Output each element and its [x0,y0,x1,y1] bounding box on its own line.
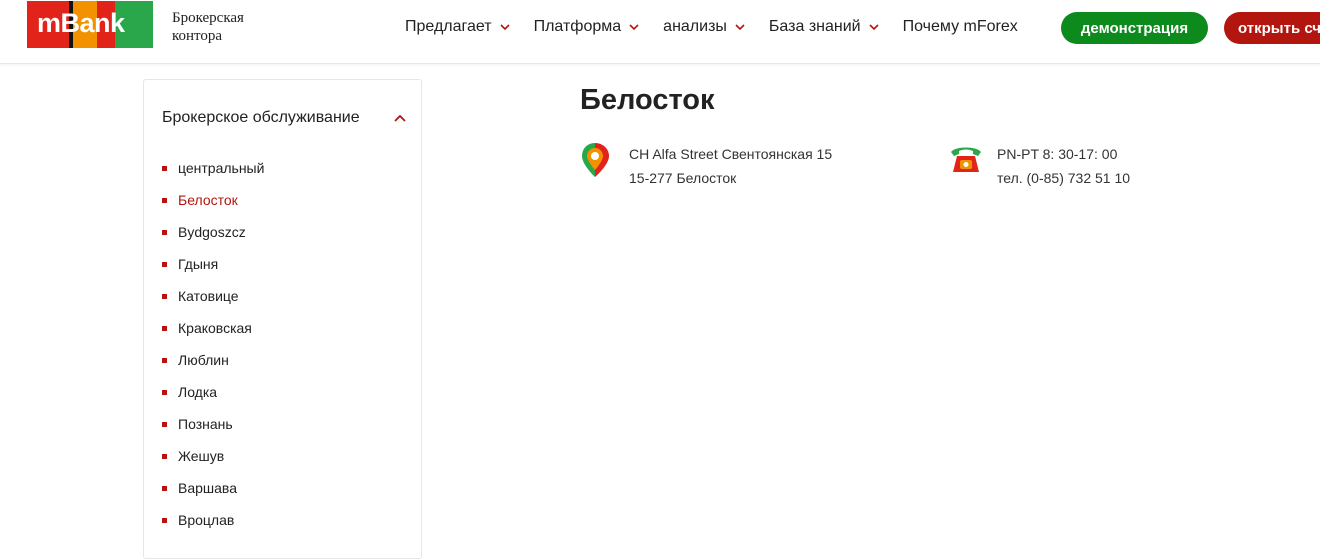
branch-item-lodz[interactable]: Лодка [162,376,264,408]
bullet-icon [162,517,167,523]
branch-item-bydgoszcz[interactable]: Bydgoszcz [162,216,264,248]
chevron-down-icon [629,24,639,31]
nav-item-analysis[interactable]: анализы [663,18,747,36]
nav-item-knowledge-base[interactable]: База знаний [769,18,881,36]
phone-number[interactable]: тел. (0-85) 732 51 10 [997,166,1130,190]
bullet-icon [162,389,167,395]
site-header: mBank Брокерская контора Предлагает Плат… [0,0,1320,64]
bullet-icon [162,325,167,331]
nav-label: База знаний [768,18,861,35]
contact-text: PN-PT 8: 30-17: 00 тел. (0-85) 732 51 10 [997,142,1130,190]
demo-button[interactable]: демонстрация [1061,12,1208,44]
chevron-up-icon [394,114,406,122]
nav-item-offers[interactable]: Предлагает [405,18,512,36]
branch-list: центральный Белосток Bydgoszcz Гдыня Кат… [162,152,264,536]
branch-item-warsaw[interactable]: Варшава [162,472,264,504]
page-title: Белосток [580,84,715,116]
open-account-button[interactable]: открыть сч [1224,12,1320,44]
chevron-down-icon [500,24,510,31]
bullet-icon [162,357,167,363]
chevron-down-icon [869,24,879,31]
address-line-1: CH Alfa Street Свентоянская 15 [629,146,833,162]
address-line-2: 15-277 Белосток [629,170,737,186]
contact-block: PN-PT 8: 30-17: 00 тел. (0-85) 732 51 10 [949,142,1130,190]
sidebar-heading: Брокерское обслуживание [162,109,360,126]
nav-label: Почему mForex [902,18,1018,35]
phone-icon [951,147,981,172]
branch-item-central[interactable]: центральный [162,152,264,184]
main-nav: Предлагает Платформа анализы База знаний… [405,18,1040,36]
nav-label: Предлагает [405,18,492,35]
nav-item-why-mforex[interactable]: Почему mForex [903,18,1018,36]
brand-subtitle: Брокерская контора [172,10,244,44]
mbank-logo[interactable]: mBank [27,1,153,48]
bullet-icon [162,165,167,171]
nav-item-platform[interactable]: Платформа [534,18,642,36]
bullet-icon [162,453,167,459]
address-block: CH Alfa Street Свентоянская 15 15-277 Бе… [581,142,832,190]
branch-item-krakow[interactable]: Краковская [162,312,264,344]
bullet-icon [162,421,167,427]
branch-item-rzeszow[interactable]: Жешув [162,440,264,472]
bullet-icon [162,261,167,267]
nav-label: анализы [663,18,727,35]
branch-item-lublin[interactable]: Люблин [162,344,264,376]
address-text: CH Alfa Street Свентоянская 15 15-277 Бе… [629,142,832,190]
bullet-icon [162,197,167,203]
bullet-icon [162,293,167,299]
bullet-icon [162,485,167,491]
bullet-icon [162,229,167,235]
branch-item-gdynia[interactable]: Гдыня [162,248,264,280]
sidebar-heading-toggle[interactable]: Брокерское обслуживание [162,109,408,127]
branch-item-katowice[interactable]: Катовице [162,280,264,312]
branch-sidebar: Брокерское обслуживание центральный Бело… [143,79,422,559]
branch-item-wroclaw[interactable]: Вроцлав [162,504,264,536]
nav-label: Платформа [533,18,622,35]
opening-hours: PN-PT 8: 30-17: 00 [997,146,1118,162]
branch-item-bialystok[interactable]: Белосток [162,184,264,216]
chevron-down-icon [735,24,745,31]
logo-wordmark: mBank [37,8,125,38]
map-pin-icon [582,143,609,177]
branch-item-poznan[interactable]: Познань [162,408,264,440]
